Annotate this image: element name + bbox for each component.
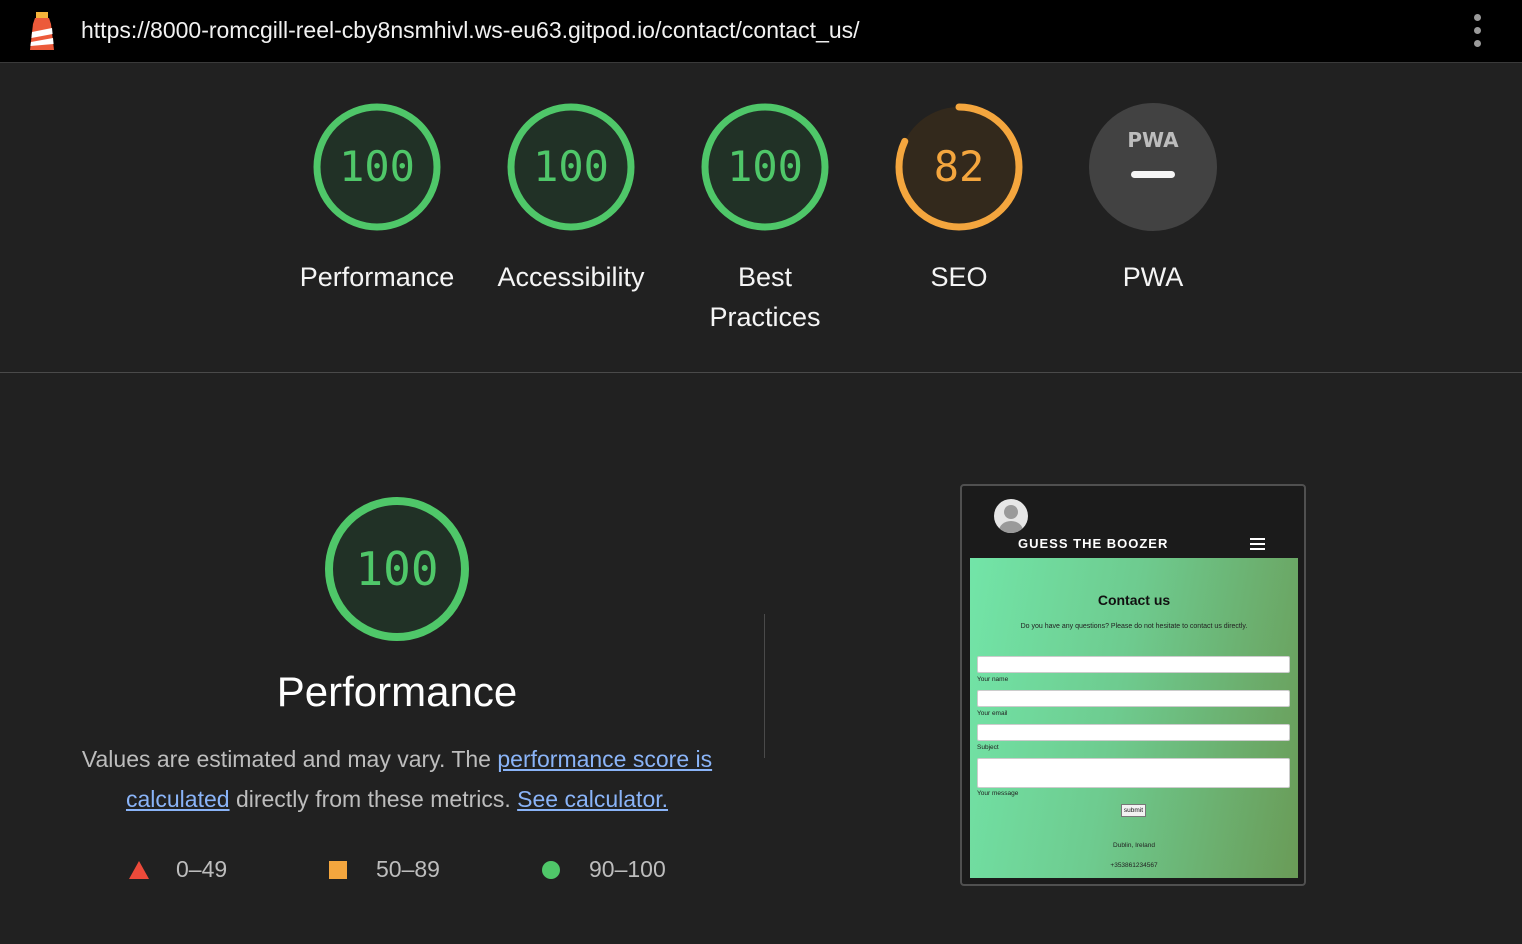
category-gauges: 100 Performance 100 Accessibility 100 Be…	[0, 63, 1522, 372]
final-screenshot[interactable]: GUESS THE BOOZER Contact us Do you have …	[960, 484, 1306, 886]
name-field	[977, 656, 1290, 673]
message-field	[977, 758, 1290, 788]
contact-form-area: Contact us Do you have any questions? Pl…	[970, 558, 1298, 878]
performance-large-gauge: 100	[325, 497, 469, 641]
performance-title: Performance	[276, 668, 518, 715]
legend-range: 0–49	[176, 856, 228, 882]
gauge-accessibility[interactable]: 100 Accessibility	[471, 101, 671, 297]
gauge-score: 82	[934, 142, 985, 191]
see-calculator-link[interactable]: See calculator.	[517, 786, 668, 812]
brand-title: GUESS THE BOOZER	[1018, 536, 1169, 551]
contact-subtitle: Do you have any questions? Please do not…	[1020, 623, 1248, 630]
legend-pass: 90–100	[541, 856, 666, 883]
score-legend: 0–49 50–89 90–100	[0, 856, 800, 886]
field-label: Your message	[977, 790, 1019, 797]
contact-title: Contact us	[1097, 592, 1171, 608]
gauge-performance[interactable]: 100 Performance	[277, 101, 477, 297]
accessibility-gauge-ring: 100	[507, 103, 635, 231]
field-label: Your name	[977, 676, 1009, 683]
phone-text: +353861234567	[1110, 862, 1158, 869]
legend-fail: 0–49	[128, 856, 227, 883]
gauge-seo[interactable]: 82 SEO	[859, 101, 1059, 297]
gauge-label: Best Practices	[709, 262, 821, 332]
legend-range: 90–100	[589, 856, 666, 882]
best-practices-gauge-ring: 100	[701, 103, 829, 231]
screenshot-navbar: GUESS THE BOOZER	[970, 486, 1298, 558]
more-options-icon[interactable]	[1466, 14, 1488, 50]
hamburger-menu-icon	[1250, 538, 1265, 553]
gauge-score: 100	[727, 142, 803, 191]
seo-gauge-ring: 82	[895, 103, 1023, 231]
submit-button: submit	[1121, 804, 1146, 817]
gauge-label: Performance	[299, 262, 455, 292]
field-label: Your email	[977, 710, 1008, 717]
field-label: Subject	[977, 744, 999, 751]
subject-field	[977, 724, 1290, 741]
circle-icon	[542, 860, 560, 879]
performance-description: Values are estimated and may vary. The p…	[66, 739, 728, 819]
avatar-icon	[994, 499, 1028, 533]
triangle-icon	[129, 860, 149, 879]
performance-score: 100	[355, 542, 438, 596]
gauge-label: SEO	[930, 262, 988, 292]
gauge-label: PWA	[1122, 262, 1184, 292]
pwa-badge-icon: PWA	[1089, 103, 1217, 231]
section-divider	[0, 372, 1522, 373]
pwa-badge-text: PWA	[1127, 128, 1179, 152]
vertical-separator	[764, 614, 765, 758]
lighthouse-logo-icon	[30, 12, 54, 50]
legend-range: 50–89	[376, 856, 440, 882]
gauge-best-practices[interactable]: 100 Best Practices	[665, 101, 865, 337]
desc-text: Values are estimated and may vary. The	[81, 746, 498, 772]
gauge-pwa[interactable]: PWA PWA	[1053, 101, 1253, 297]
square-icon	[329, 860, 347, 879]
performance-gauge-ring: 100	[313, 103, 441, 231]
email-field	[977, 690, 1290, 707]
gauge-label: Accessibility	[497, 262, 645, 292]
gauge-score: 100	[533, 142, 609, 191]
desc-text: directly from these metrics.	[229, 786, 518, 812]
gauge-score: 100	[339, 142, 415, 191]
page-url[interactable]: https://8000-romcgill-reel-cby8nsmhivl.w…	[81, 17, 860, 44]
url-bar: https://8000-romcgill-reel-cby8nsmhivl.w…	[0, 0, 1522, 63]
location-text: Dublin, Ireland	[1113, 842, 1155, 849]
legend-average: 50–89	[328, 856, 440, 883]
